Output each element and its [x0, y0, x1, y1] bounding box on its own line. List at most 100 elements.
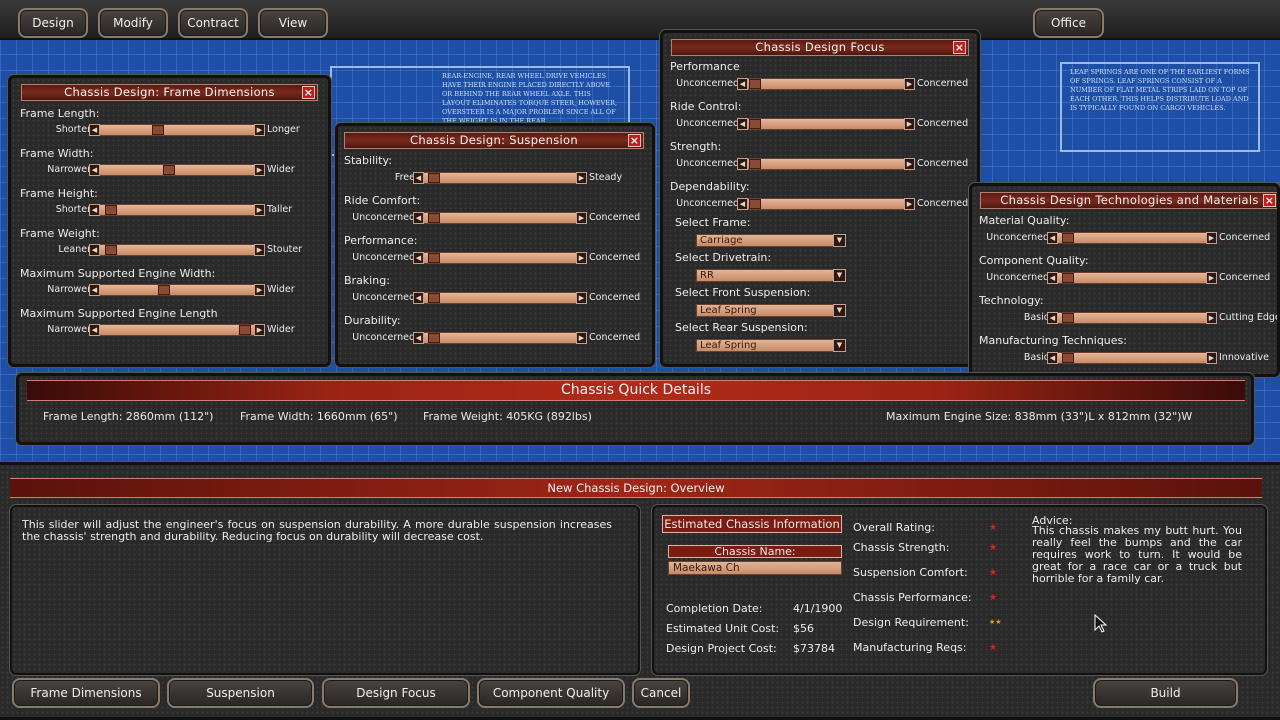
arrow-right-icon[interactable]: ▶: [576, 252, 587, 264]
slider-thumb[interactable]: [1062, 313, 1074, 323]
chevron-down-icon[interactable]: ▼: [833, 269, 846, 282]
setting-slider[interactable]: ◀ ▶: [737, 78, 915, 90]
arrow-right-icon[interactable]: ▶: [576, 212, 587, 224]
close-icon[interactable]: ×: [1263, 194, 1276, 207]
arrow-right-icon[interactable]: ▶: [254, 324, 265, 336]
arrow-right-icon[interactable]: ▶: [254, 284, 265, 296]
slider-thumb[interactable]: [105, 245, 117, 255]
setting-slider[interactable]: ◀ ▶: [737, 198, 915, 210]
arrow-right-icon[interactable]: ▶: [1206, 312, 1217, 324]
slider-thumb[interactable]: [749, 159, 761, 169]
modify-menu-button[interactable]: Modify: [98, 8, 168, 38]
slider-thumb[interactable]: [1062, 353, 1074, 363]
arrow-right-icon[interactable]: ▶: [254, 204, 265, 216]
arrow-left-icon[interactable]: ◀: [89, 284, 100, 296]
setting-slider[interactable]: ◀ ▶: [89, 284, 265, 296]
arrow-right-icon[interactable]: ▶: [576, 172, 587, 184]
arrow-left-icon[interactable]: ◀: [413, 332, 424, 344]
arrow-left-icon[interactable]: ◀: [89, 124, 100, 136]
arrow-right-icon[interactable]: ▶: [1206, 232, 1217, 244]
suspension-button[interactable]: Suspension: [167, 678, 314, 708]
arrow-left-icon[interactable]: ◀: [737, 78, 748, 90]
chevron-down-icon[interactable]: ▼: [833, 339, 846, 352]
slider-thumb[interactable]: [163, 165, 175, 175]
arrow-left-icon[interactable]: ◀: [1047, 272, 1058, 284]
slider-thumb[interactable]: [428, 333, 440, 343]
arrow-left-icon[interactable]: ◀: [413, 212, 424, 224]
slider-thumb[interactable]: [749, 199, 761, 209]
slider-thumb[interactable]: [428, 293, 440, 303]
setting-slider[interactable]: ◀ ▶: [737, 118, 915, 130]
setting-slider[interactable]: ◀ ▶: [1047, 272, 1217, 284]
arrow-right-icon[interactable]: ▶: [576, 292, 587, 304]
arrow-left-icon[interactable]: ◀: [413, 172, 424, 184]
arrow-left-icon[interactable]: ◀: [1047, 232, 1058, 244]
arrow-left-icon[interactable]: ◀: [737, 158, 748, 170]
slider-thumb[interactable]: [1062, 273, 1074, 283]
close-icon[interactable]: ×: [628, 134, 641, 147]
frame-dimensions-button[interactable]: Frame Dimensions: [12, 678, 160, 708]
arrow-right-icon[interactable]: ▶: [904, 78, 915, 90]
setting-slider[interactable]: ◀ ▶: [1047, 352, 1217, 364]
slider-thumb[interactable]: [1062, 233, 1074, 243]
arrow-right-icon[interactable]: ▶: [576, 332, 587, 344]
chevron-down-icon[interactable]: ▼: [833, 234, 846, 247]
arrow-left-icon[interactable]: ◀: [89, 204, 100, 216]
arrow-right-icon[interactable]: ▶: [904, 158, 915, 170]
setting-slider[interactable]: ◀ ▶: [413, 332, 587, 344]
slider-thumb[interactable]: [428, 173, 440, 183]
select-dropdown[interactable]: Carriage ▼: [696, 234, 846, 247]
slider-thumb[interactable]: [239, 325, 251, 335]
setting-slider[interactable]: ◀ ▶: [413, 172, 587, 184]
chassis-name-input[interactable]: [668, 561, 842, 575]
slider-thumb[interactable]: [749, 119, 761, 129]
close-icon[interactable]: ×: [953, 41, 966, 54]
arrow-right-icon[interactable]: ▶: [904, 118, 915, 130]
contract-menu-button[interactable]: Contract: [178, 8, 248, 38]
component-quality-button[interactable]: Component Quality: [477, 678, 625, 708]
slider-thumb[interactable]: [428, 213, 440, 223]
setting-slider[interactable]: ◀ ▶: [413, 212, 587, 224]
slider-thumb[interactable]: [428, 253, 440, 263]
setting-slider[interactable]: ◀ ▶: [89, 244, 265, 256]
slider-thumb[interactable]: [158, 285, 170, 295]
arrow-left-icon[interactable]: ◀: [89, 324, 100, 336]
arrow-left-icon[interactable]: ◀: [413, 252, 424, 264]
arrow-left-icon[interactable]: ◀: [737, 198, 748, 210]
view-menu-button[interactable]: View: [258, 8, 328, 38]
arrow-right-icon[interactable]: ▶: [904, 198, 915, 210]
select-dropdown[interactable]: Leaf Spring ▼: [696, 339, 846, 352]
design-focus-button[interactable]: Design Focus: [322, 678, 470, 708]
arrow-left-icon[interactable]: ◀: [89, 244, 100, 256]
arrow-left-icon[interactable]: ◀: [737, 118, 748, 130]
office-button[interactable]: Office: [1033, 8, 1104, 38]
build-button[interactable]: Build: [1093, 678, 1238, 708]
chevron-down-icon[interactable]: ▼: [833, 304, 846, 317]
setting-slider[interactable]: ◀ ▶: [89, 324, 265, 336]
arrow-right-icon[interactable]: ▶: [254, 244, 265, 256]
setting-slider[interactable]: ◀ ▶: [1047, 312, 1217, 324]
arrow-left-icon[interactable]: ◀: [1047, 312, 1058, 324]
arrow-right-icon[interactable]: ▶: [1206, 272, 1217, 284]
arrow-right-icon[interactable]: ▶: [254, 124, 265, 136]
select-dropdown[interactable]: Leaf Spring ▼: [696, 304, 846, 317]
arrow-right-icon[interactable]: ▶: [1206, 352, 1217, 364]
design-menu-button[interactable]: Design: [18, 8, 88, 38]
slider-thumb[interactable]: [749, 79, 761, 89]
setting-slider[interactable]: ◀ ▶: [1047, 232, 1217, 244]
setting-slider[interactable]: ◀ ▶: [89, 164, 265, 176]
slider-thumb[interactable]: [152, 125, 164, 135]
arrow-right-icon[interactable]: ▶: [254, 164, 265, 176]
cancel-button[interactable]: Cancel: [632, 678, 690, 708]
arrow-left-icon[interactable]: ◀: [413, 292, 424, 304]
close-icon[interactable]: ×: [302, 86, 315, 99]
select-dropdown[interactable]: RR ▼: [696, 269, 846, 282]
setting-slider[interactable]: ◀ ▶: [413, 252, 587, 264]
setting-slider[interactable]: ◀ ▶: [89, 204, 265, 216]
setting-slider[interactable]: ◀ ▶: [413, 292, 587, 304]
arrow-left-icon[interactable]: ◀: [89, 164, 100, 176]
setting-slider[interactable]: ◀ ▶: [737, 158, 915, 170]
slider-thumb[interactable]: [105, 205, 117, 215]
arrow-left-icon[interactable]: ◀: [1047, 352, 1058, 364]
setting-slider[interactable]: ◀ ▶: [89, 124, 265, 136]
